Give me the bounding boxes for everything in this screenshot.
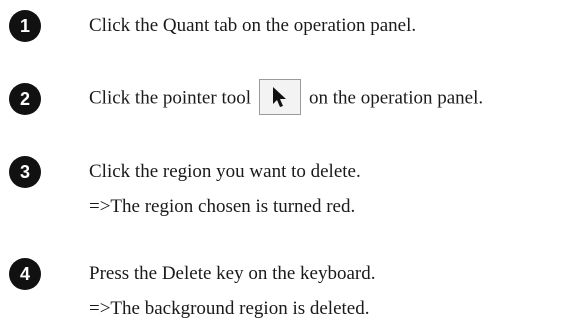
step-instruction-after: on the operation panel. bbox=[309, 87, 484, 109]
step-instruction: Press the Delete key on the keyboard. bbox=[89, 263, 376, 284]
step-instruction: Click the Quant tab on the operation pan… bbox=[89, 15, 417, 36]
step-instruction: Click the pointer tool on the operation … bbox=[89, 79, 484, 117]
step-number-badge: 3 bbox=[9, 156, 41, 188]
pointer-arrow-icon bbox=[273, 87, 287, 107]
step-result: =>The background region is deleted. bbox=[89, 298, 370, 319]
step-instruction-before: Click the pointer tool bbox=[89, 87, 252, 109]
step-number-badge: 1 bbox=[9, 10, 41, 42]
step-number-badge: 2 bbox=[9, 83, 41, 115]
pointer-tool-button bbox=[259, 79, 302, 115]
step-number-badge: 4 bbox=[9, 258, 41, 290]
step-instruction: Click the region you want to delete. bbox=[89, 161, 361, 182]
step-result: =>The region chosen is turned red. bbox=[89, 196, 356, 217]
